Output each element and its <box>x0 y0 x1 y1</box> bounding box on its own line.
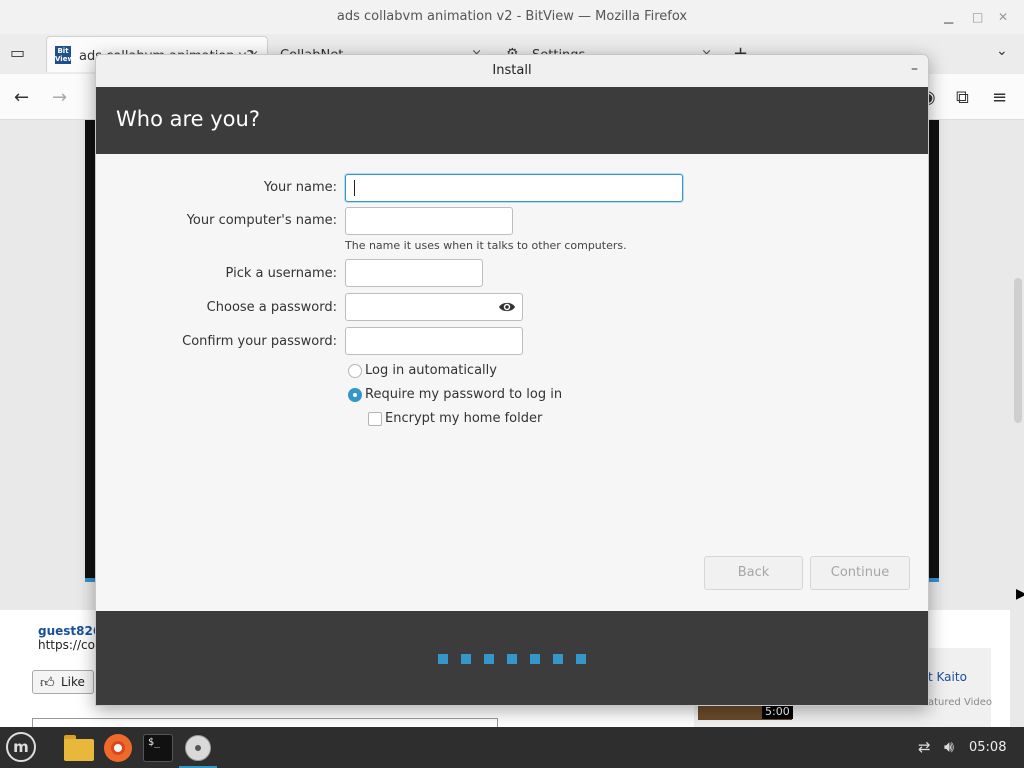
related-video-duration: 5:00 <box>762 704 793 719</box>
firefox-titlebar: ads collabvm animation v2 - BitView — Mo… <box>0 0 1024 34</box>
progress-step <box>553 654 563 664</box>
back-arrow-icon[interactable]: ← <box>14 87 29 108</box>
confirm-password-label: Confirm your password: <box>182 334 337 349</box>
like-button[interactable]: 👍︎ Like <box>32 670 94 694</box>
eye-icon[interactable] <box>498 300 516 314</box>
progress-step <box>438 654 448 664</box>
page-scrollbar[interactable] <box>1014 278 1022 423</box>
minimize-icon[interactable]: – <box>911 61 918 77</box>
terminal-prompt: $_ <box>143 734 173 762</box>
caret-right-icon: ▶ <box>1016 586 1024 602</box>
like-label: Like <box>61 675 85 689</box>
clock[interactable]: 05:08 <box>969 740 1006 755</box>
page-title: Who are you? <box>116 107 260 131</box>
close-icon[interactable]: ✕ <box>998 10 1008 24</box>
password-input[interactable] <box>345 293 523 321</box>
disc-icon[interactable] <box>179 731 217 768</box>
dialog-body: Your name: Your computer's name: The nam… <box>96 154 928 611</box>
progress-step <box>461 654 471 664</box>
taskbar: m $_ <box>0 727 1024 768</box>
dialog-titlebar: Install – <box>96 55 928 87</box>
password-label: Choose a password: <box>206 300 337 315</box>
name-label: Your name: <box>263 180 337 195</box>
auto-login-label[interactable]: Log in automatically <box>365 363 497 378</box>
dialog-footer <box>96 611 928 705</box>
computer-name-label: Your computer's name: <box>186 213 337 228</box>
dialog-title: Install <box>492 63 532 78</box>
install-dialog: Install – Who are you? Your name: Your c… <box>95 54 929 706</box>
chevron-down-icon[interactable]: ⌄ <box>996 43 1008 59</box>
network-icon[interactable]: ⇄ <box>918 738 931 756</box>
computer-name-input[interactable] <box>345 207 513 235</box>
progress-step <box>507 654 517 664</box>
terminal-icon[interactable]: $_ <box>141 731 175 765</box>
extensions-icon[interactable]: ⧉ <box>956 87 969 108</box>
volume-icon[interactable]: 🔊︎ <box>944 737 954 757</box>
confirm-password-input[interactable] <box>345 327 523 355</box>
back-button[interactable]: Back <box>704 556 803 590</box>
text-caret <box>354 180 355 196</box>
mint-menu-icon[interactable]: m <box>6 732 36 762</box>
require-password-label[interactable]: Require my password to log in <box>365 387 562 402</box>
encrypt-home-checkbox[interactable] <box>368 412 382 426</box>
bitview-favicon-icon: Bit View <box>55 46 74 64</box>
firefox-icon[interactable] <box>101 731 135 765</box>
progress-step <box>484 654 494 664</box>
maximize-icon[interactable]: □ <box>972 10 983 24</box>
encrypt-home-label[interactable]: Encrypt my home folder <box>385 411 542 426</box>
progress-step <box>576 654 586 664</box>
computer-name-hint: The name it uses when it talks to other … <box>345 239 627 252</box>
minimize-icon[interactable]: ▁ <box>944 10 953 24</box>
dialog-header: Who are you? <box>96 87 928 154</box>
related-video-subtitle: atured Video <box>928 697 992 708</box>
progress-step <box>530 654 540 664</box>
username-input[interactable] <box>345 259 483 287</box>
folder-icon[interactable] <box>62 731 96 765</box>
tab-overview-icon[interactable]: ▭ <box>10 43 25 62</box>
forward-arrow-icon[interactable]: → <box>52 87 67 108</box>
hamburger-menu-icon[interactable]: ≡ <box>992 87 1007 108</box>
related-video-title[interactable]: t Kaito <box>928 670 967 684</box>
thumbs-up-icon: 👍︎ <box>40 675 55 691</box>
auto-login-radio[interactable] <box>348 364 362 378</box>
continue-button[interactable]: Continue <box>810 556 910 590</box>
username-label: Pick a username: <box>225 266 337 281</box>
require-password-radio[interactable] <box>348 388 362 402</box>
firefox-window-title: ads collabvm animation v2 - BitView — Mo… <box>336 9 688 24</box>
name-input[interactable] <box>345 174 683 202</box>
